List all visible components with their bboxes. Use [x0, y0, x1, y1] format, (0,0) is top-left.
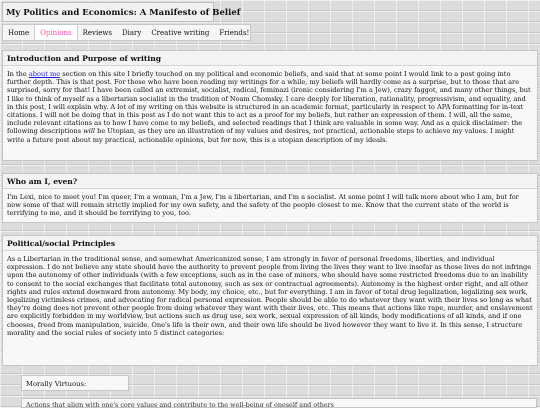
tab-home[interactable]: Home — [3, 25, 34, 40]
nav-bar: Home Opinions Reviews Diary Creative wri… — [2, 24, 251, 41]
intro-emphasis: will — [83, 127, 96, 136]
intro-text-lead: In the — [7, 70, 29, 78]
who-heading: Who am I, even? — [3, 174, 537, 189]
tab-reviews[interactable]: Reviews — [78, 25, 117, 40]
intro-body: In the about me section on this site I b… — [3, 66, 537, 146]
tab-opinions[interactable]: Opinions — [34, 25, 78, 40]
who-section: Who am I, even? I'm Lexi, nice to meet y… — [2, 173, 538, 223]
who-body: I'm Lexi, nice to meet you! I'm queer, I… — [3, 189, 537, 220]
tab-diary[interactable]: Diary — [117, 25, 146, 40]
morally-virtuous-body: Actions that align with one's core value… — [21, 398, 537, 408]
about-me-link[interactable]: about me — [29, 70, 60, 78]
tab-friends[interactable]: Friends! — [214, 25, 254, 40]
principles-section: Political/social Principles As a Liberta… — [2, 235, 538, 366]
principles-heading: Political/social Principles — [3, 236, 537, 251]
intro-section: Introduction and Purpose of writing In t… — [2, 50, 538, 161]
tab-creative-writing[interactable]: Creative writing — [146, 25, 214, 40]
intro-text-part1: section on this site I briefly touched o… — [7, 70, 531, 136]
site-title: My Politics and Economics: A Manifesto o… — [2, 2, 240, 22]
principles-body: As a Libertarian in the traditional sens… — [3, 251, 537, 339]
intro-heading: Introduction and Purpose of writing — [3, 51, 537, 66]
principles-text: As a Libertarian in the traditional sens… — [7, 255, 533, 337]
morally-virtuous-heading: Morally Virtuous: — [21, 375, 129, 391]
who-text: I'm Lexi, nice to meet you! I'm queer, I… — [7, 193, 519, 218]
